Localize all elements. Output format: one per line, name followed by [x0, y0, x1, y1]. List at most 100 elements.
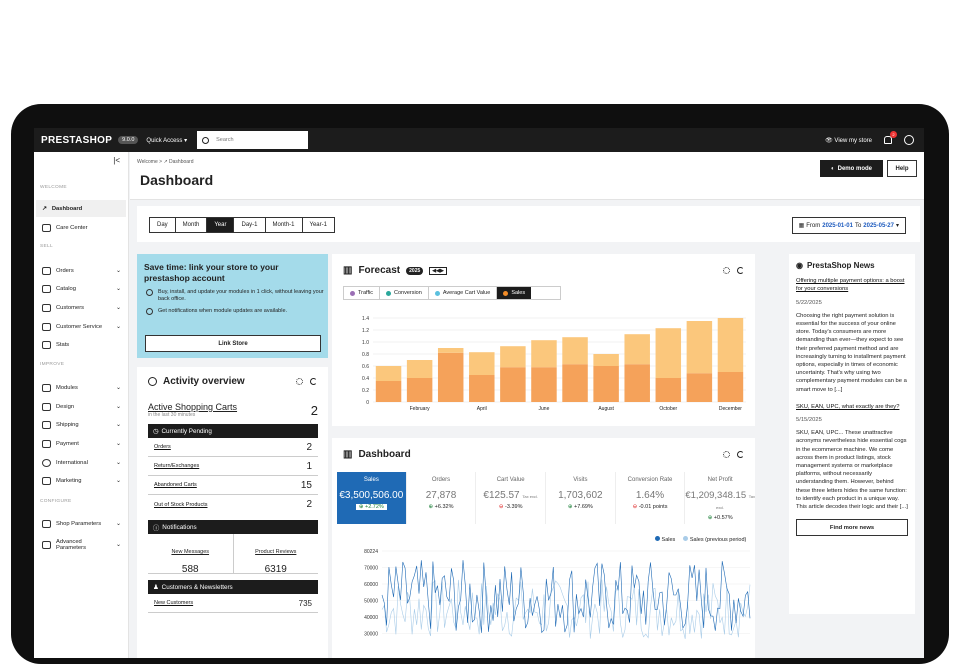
store-icon: [42, 284, 51, 293]
kpi-label: Conversion Rate: [627, 477, 673, 483]
link-store-button[interactable]: Link Store: [145, 335, 321, 352]
period-year-1[interactable]: Year-1: [303, 218, 334, 232]
news-item-title[interactable]: SKU, EAN, UPC, what exactly are they?: [796, 403, 908, 411]
kpi-value-text: €125.57: [483, 490, 520, 501]
sidebar-item-dashboard[interactable]: ↗ Dashboard: [36, 200, 126, 217]
legend-sales-previous[interactable]: Sales (previous period): [683, 536, 746, 543]
forecast-bar-projection: [531, 340, 557, 368]
refresh-icon[interactable]: [737, 267, 744, 274]
sidebar-item-shop-parameters[interactable]: Shop Parameters ⌄: [36, 515, 126, 532]
date-range-picker[interactable]: ▦ From 2025-01-01 To 2025-05-27 ▾: [791, 217, 906, 234]
news-item-title[interactable]: Offering multiple payment options: a boo…: [796, 277, 908, 293]
kpi-delta: ⊕ +0.57%: [707, 515, 733, 521]
forecast-nav-icon[interactable]: ◀◀▶: [429, 266, 447, 275]
sidebar-item-design[interactable]: Design ⌄: [36, 398, 126, 415]
pending-orders-link[interactable]: Orders: [154, 444, 171, 450]
new-messages-cell: New Messages 588: [148, 534, 234, 575]
kpi-orders[interactable]: Orders 27,878 ⊕ +6.32%: [407, 472, 477, 524]
sidebar-item-care-center[interactable]: Care Center: [36, 219, 126, 236]
new-messages-link[interactable]: New Messages: [171, 549, 209, 555]
x-tick-label: October: [659, 406, 677, 412]
legend-average-cart-value[interactable]: Average Cart Value: [429, 287, 498, 299]
period-month[interactable]: Month: [176, 218, 208, 232]
pending-out-of-stock-link[interactable]: Out of Stock Products: [154, 502, 208, 508]
search-input[interactable]: Search: [197, 131, 309, 149]
activity-title-text: Activity overview: [163, 376, 245, 387]
date-from-label: From: [806, 222, 821, 229]
sidebar-item-customer-service[interactable]: Customer Service ⌄: [36, 318, 126, 335]
pending-returns-link[interactable]: Return/Exchanges: [154, 463, 199, 469]
new-customers-link[interactable]: New Customers: [154, 600, 193, 606]
kpi-delta: ⊖ -3.39%: [498, 504, 523, 510]
pending-row-returns: Return/Exchanges 1: [148, 457, 318, 476]
kpi-net-profit[interactable]: Net Profit €1,209,348.15 Tax excl. ⊕ +0.57…: [685, 472, 755, 524]
pending-row-orders: Orders 2: [148, 438, 318, 457]
chevron-down-icon: ⌄: [115, 404, 121, 410]
gear-icon[interactable]: [723, 267, 730, 274]
prestashop-logo[interactable]: PRESTASHOP: [41, 135, 112, 146]
notification-count: 2: [890, 131, 897, 138]
kpi-delta-text: -3.39%: [505, 504, 523, 510]
toggle-icon: ◐: [831, 165, 835, 172]
sidebar: |< WELCOME ↗ Dashboard Care Center SELL O…: [34, 152, 129, 658]
globe-icon: [42, 458, 51, 467]
chevron-down-icon: ⌄: [115, 305, 121, 311]
sidebar-item-payment[interactable]: Payment ⌄: [36, 435, 126, 452]
pending-title: Currently Pending: [161, 427, 212, 435]
active-carts-link[interactable]: Active Shopping Carts: [148, 402, 237, 412]
sidebar-item-customers[interactable]: Customers ⌄: [36, 299, 126, 316]
sidebar-item-advanced-parameters[interactable]: Advanced Parameters ⌄: [36, 534, 126, 556]
gear-icon[interactable]: [723, 451, 730, 458]
legend-traffic[interactable]: Traffic: [344, 287, 380, 299]
forecast-title-text: Forecast: [358, 265, 401, 276]
help-button[interactable]: Help: [887, 160, 917, 177]
period-day-1[interactable]: Day-1: [234, 218, 266, 232]
period-year[interactable]: Year: [207, 218, 235, 232]
breadcrumb[interactable]: Welcome > ↗ Dashboard: [137, 159, 193, 165]
sidebar-item-modules[interactable]: Modules ⌄: [36, 379, 126, 396]
kpi-conversion-rate[interactable]: Conversion Rate 1.64% ⊖ -0.01 points: [616, 472, 686, 524]
kpi-value: 27,878: [425, 490, 457, 501]
x-tick-label: June: [539, 406, 550, 412]
prestashop-news-card: ◉ PrestaShop News Offering multiple payme…: [789, 254, 915, 614]
activity-title: Activity overview: [148, 376, 245, 387]
sidebar-item-stats[interactable]: Stats: [36, 336, 126, 353]
sidebar-item-marketing[interactable]: Marketing ⌄: [36, 472, 126, 489]
sidebar-item-shipping[interactable]: Shipping ⌄: [36, 416, 126, 433]
legend-sales[interactable]: Sales: [655, 536, 675, 543]
section-sell: SELL: [40, 244, 53, 249]
kpi-visits[interactable]: Visits 1,703,602 ⊕ +7.69%: [546, 472, 616, 524]
period-day[interactable]: Day: [150, 218, 176, 232]
advanced-settings-icon: [42, 541, 51, 549]
demo-mode-button[interactable]: ◐ Demo mode: [820, 160, 883, 177]
user-icon[interactable]: [904, 135, 914, 145]
news-item-date: 5/22/2025: [796, 299, 822, 306]
sidebar-item-label: Marketing: [56, 477, 82, 484]
megaphone-icon: [42, 476, 51, 485]
bell-icon[interactable]: 2: [884, 131, 897, 144]
period-month-1[interactable]: Month-1: [266, 218, 303, 232]
legend-sales[interactable]: Sales: [497, 287, 532, 299]
collapse-sidebar-icon[interactable]: |<: [113, 156, 120, 165]
legend-conversion[interactable]: Conversion: [380, 287, 429, 299]
sidebar-item-catalog[interactable]: Catalog ⌄: [36, 280, 126, 297]
top-bar: PRESTASHOP 9.0.0 Quick Access ▾ Search 👁…: [34, 128, 924, 152]
product-reviews-link[interactable]: Product Reviews: [255, 549, 296, 555]
kpi-cart-value[interactable]: Cart Value €125.57 Tax excl. ⊖ -3.39%: [476, 472, 547, 524]
calendar-icon: ▦: [798, 223, 805, 229]
kpi-suffix: Tax excl.: [522, 494, 538, 499]
refresh-icon[interactable]: [737, 451, 744, 458]
period-filter-bar: Day Month Year Day-1 Month-1 Year-1 ▦ Fr…: [137, 206, 920, 242]
quick-access-menu[interactable]: Quick Access ▾: [146, 137, 187, 144]
kpi-delta-text: +7.69%: [574, 504, 593, 510]
sidebar-item-international[interactable]: International ⌄: [36, 454, 126, 471]
kpi-sales[interactable]: Sales €3,500,506.00 ⊕ +2.72%: [337, 472, 407, 524]
sidebar-item-orders[interactable]: Orders ⌄: [36, 262, 126, 279]
pending-abandoned-link[interactable]: Abandoned Carts: [154, 482, 197, 488]
gear-icon[interactable]: [296, 378, 303, 385]
refresh-icon[interactable]: [310, 378, 317, 385]
forecast-title: ▥ Forecast 2025 ◀◀▶: [343, 265, 447, 276]
dashboard-card: ▥ Dashboard Sales €3,500,506.00 ⊕ +2.72% Or…: [332, 438, 755, 658]
view-store-link[interactable]: 👁 View my store: [825, 137, 872, 144]
find-more-news-button[interactable]: Find more news: [796, 519, 908, 537]
